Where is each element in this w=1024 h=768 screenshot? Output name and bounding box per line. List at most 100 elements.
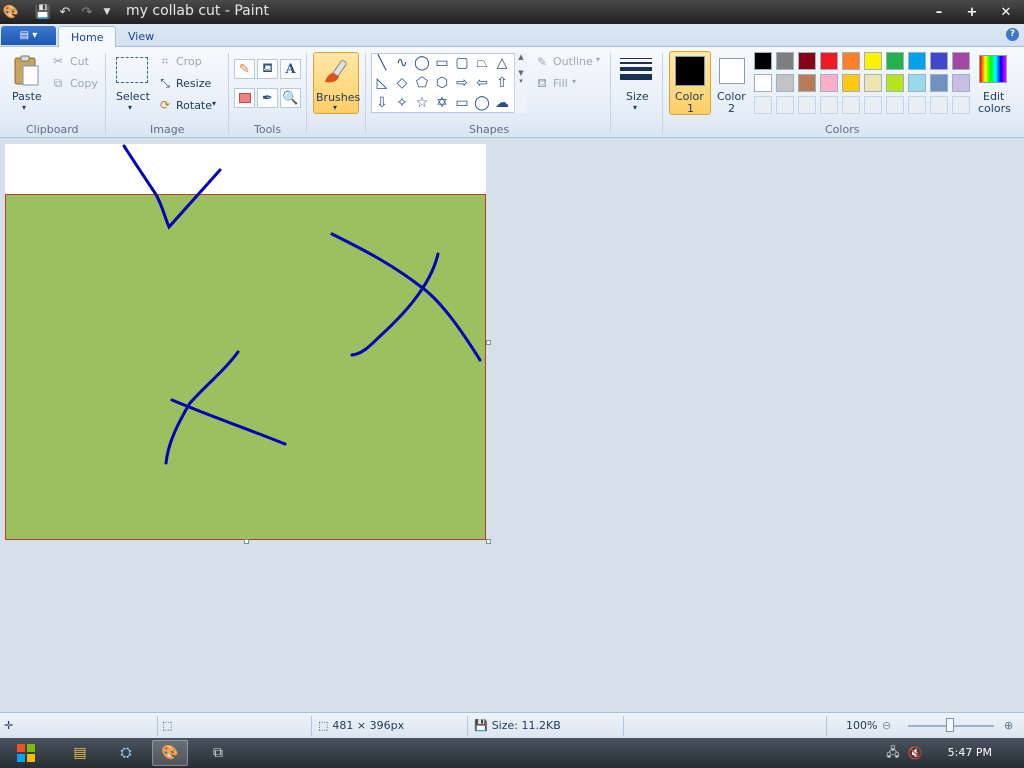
palette-swatch[interactable] bbox=[952, 52, 970, 70]
palette-empty-slot[interactable] bbox=[798, 96, 816, 114]
select-icon[interactable] bbox=[116, 57, 148, 83]
text-icon[interactable]: A bbox=[280, 59, 301, 79]
quick-access-dropdown-icon[interactable]: ▼ bbox=[98, 3, 116, 21]
resize-handle-corner[interactable] bbox=[486, 539, 491, 544]
palette-swatch[interactable] bbox=[798, 52, 816, 70]
triangle-shape-icon[interactable]: △ bbox=[493, 54, 511, 72]
pencil-icon[interactable]: ✎ bbox=[234, 59, 255, 79]
palette-swatch[interactable] bbox=[864, 52, 882, 70]
pentagon-shape-icon[interactable]: ⬠ bbox=[413, 74, 431, 92]
palette-swatch[interactable] bbox=[842, 52, 860, 70]
shapes-scrollbar[interactable]: ▲ ▼ ▾ bbox=[514, 53, 527, 113]
palette-swatch[interactable] bbox=[930, 52, 948, 70]
palette-empty-slot[interactable] bbox=[754, 96, 772, 114]
polygon-shape-icon[interactable]: ⏢ bbox=[473, 54, 491, 72]
save-icon[interactable]: 💾 bbox=[34, 3, 52, 21]
palette-swatch[interactable] bbox=[886, 74, 904, 92]
select-button[interactable]: Select bbox=[116, 90, 150, 103]
size-dropdown-icon[interactable]: ▾ bbox=[633, 103, 637, 112]
rounded-callout-shape-icon[interactable]: ▭ bbox=[453, 94, 471, 112]
rectangle-shape-icon[interactable]: ▭ bbox=[433, 54, 451, 72]
palette-empty-slot[interactable] bbox=[886, 96, 904, 114]
palette-swatch[interactable] bbox=[886, 52, 904, 70]
help-icon[interactable]: ? bbox=[1006, 28, 1019, 41]
palette-empty-slot[interactable] bbox=[776, 96, 794, 114]
palette-swatch[interactable] bbox=[864, 74, 882, 92]
file-explorer-icon[interactable]: ▤ bbox=[62, 740, 98, 766]
copy-button[interactable]: Copy bbox=[70, 77, 98, 90]
palette-swatch[interactable] bbox=[908, 74, 926, 92]
maximize-button[interactable]: + bbox=[957, 2, 987, 22]
outline-dropdown-icon[interactable]: ▾ bbox=[596, 55, 600, 64]
paint-app-icon[interactable]: 🎨 bbox=[2, 3, 20, 21]
four-point-star-shape-icon[interactable]: ✧ bbox=[393, 94, 411, 112]
right-triangle-shape-icon[interactable]: ◺ bbox=[373, 74, 391, 92]
zoom-out-icon[interactable]: ⊖ bbox=[882, 719, 891, 732]
rotate-dropdown-icon[interactable]: ▾ bbox=[212, 99, 216, 108]
outline-button[interactable]: Outline bbox=[553, 55, 593, 68]
volume-muted-icon[interactable]: 🔇 bbox=[906, 740, 924, 766]
system-clock[interactable]: 5:47 PM bbox=[948, 746, 992, 759]
paste-icon[interactable] bbox=[10, 53, 42, 89]
diamond-shape-icon[interactable]: ◇ bbox=[393, 74, 411, 92]
palette-swatch[interactable] bbox=[754, 74, 772, 92]
palette-swatch[interactable] bbox=[952, 74, 970, 92]
start-button[interactable] bbox=[8, 740, 44, 766]
cut-button[interactable]: Cut bbox=[70, 55, 89, 68]
palette-swatch[interactable] bbox=[798, 74, 816, 92]
palette-empty-slot[interactable] bbox=[908, 96, 926, 114]
resize-button[interactable]: Resize bbox=[176, 77, 211, 90]
hexagon-shape-icon[interactable]: ⬡ bbox=[433, 74, 451, 92]
size-button[interactable]: Size bbox=[626, 90, 649, 103]
right-arrow-shape-icon[interactable]: ⇨ bbox=[453, 74, 471, 92]
line-shape-icon[interactable]: ╲ bbox=[373, 54, 391, 72]
close-button[interactable]: ✕ bbox=[991, 2, 1021, 22]
network-tray-icon[interactable]: 🖧 bbox=[884, 740, 902, 766]
resize-handle-right[interactable] bbox=[486, 340, 491, 345]
oval-shape-icon[interactable]: ◯ bbox=[413, 54, 431, 72]
up-arrow-shape-icon[interactable]: ⇧ bbox=[493, 74, 511, 92]
fill-icon[interactable]: ⛾ bbox=[257, 59, 278, 79]
rounded-rectangle-shape-icon[interactable]: ▢ bbox=[453, 54, 471, 72]
size-icon[interactable] bbox=[620, 55, 652, 83]
palette-swatch[interactable] bbox=[776, 74, 794, 92]
eraser-icon[interactable] bbox=[234, 88, 255, 108]
crop-button[interactable]: Crop bbox=[176, 55, 202, 68]
color2-swatch[interactable] bbox=[719, 58, 745, 84]
color-picker-icon[interactable]: ✒ bbox=[257, 88, 278, 108]
paste-button[interactable]: Paste bbox=[12, 90, 42, 103]
tab-home[interactable]: Home bbox=[58, 26, 117, 48]
window-switcher-icon[interactable]: ⧉ bbox=[200, 740, 236, 766]
palette-empty-slot[interactable] bbox=[952, 96, 970, 114]
curve-shape-icon[interactable]: ∿ bbox=[393, 54, 411, 72]
palette-empty-slot[interactable] bbox=[864, 96, 882, 114]
six-point-star-shape-icon[interactable]: ✡ bbox=[433, 94, 451, 112]
palette-swatch[interactable] bbox=[820, 52, 838, 70]
select-dropdown-icon[interactable]: ▾ bbox=[128, 103, 132, 112]
palette-swatch[interactable] bbox=[842, 74, 860, 92]
palette-empty-slot[interactable] bbox=[930, 96, 948, 114]
zoom-in-icon[interactable]: ⊕ bbox=[1004, 719, 1013, 732]
tab-view[interactable]: View bbox=[116, 26, 166, 48]
canvas-workspace[interactable] bbox=[0, 138, 1024, 712]
redo-icon[interactable]: ↷ bbox=[78, 3, 96, 21]
fill-dropdown-icon[interactable]: ▾ bbox=[572, 77, 576, 86]
color1-button[interactable]: Color 1 bbox=[669, 51, 711, 115]
paint-taskbar-icon[interactable]: 🎨 bbox=[152, 740, 188, 766]
cloud-callout-shape-icon[interactable]: ☁ bbox=[493, 94, 511, 112]
palette-swatch[interactable] bbox=[820, 74, 838, 92]
network-app-icon[interactable]: ⛭ bbox=[108, 740, 144, 766]
zoom-slider-thumb[interactable] bbox=[946, 718, 954, 732]
oval-callout-shape-icon[interactable]: ◯ bbox=[473, 94, 491, 112]
palette-empty-slot[interactable] bbox=[820, 96, 838, 114]
palette-swatch[interactable] bbox=[930, 74, 948, 92]
palette-swatch[interactable] bbox=[776, 52, 794, 70]
fill-button[interactable]: Fill bbox=[553, 77, 568, 90]
palette-swatch[interactable] bbox=[908, 52, 926, 70]
undo-icon[interactable]: ↶ bbox=[56, 3, 74, 21]
palette-empty-slot[interactable] bbox=[842, 96, 860, 114]
paste-dropdown-icon[interactable]: ▾ bbox=[22, 103, 26, 112]
down-arrow-shape-icon[interactable]: ⇩ bbox=[373, 94, 391, 112]
rotate-button[interactable]: Rotate bbox=[176, 99, 212, 112]
paint-menu-button[interactable]: ▤ ▾ bbox=[1, 26, 56, 45]
